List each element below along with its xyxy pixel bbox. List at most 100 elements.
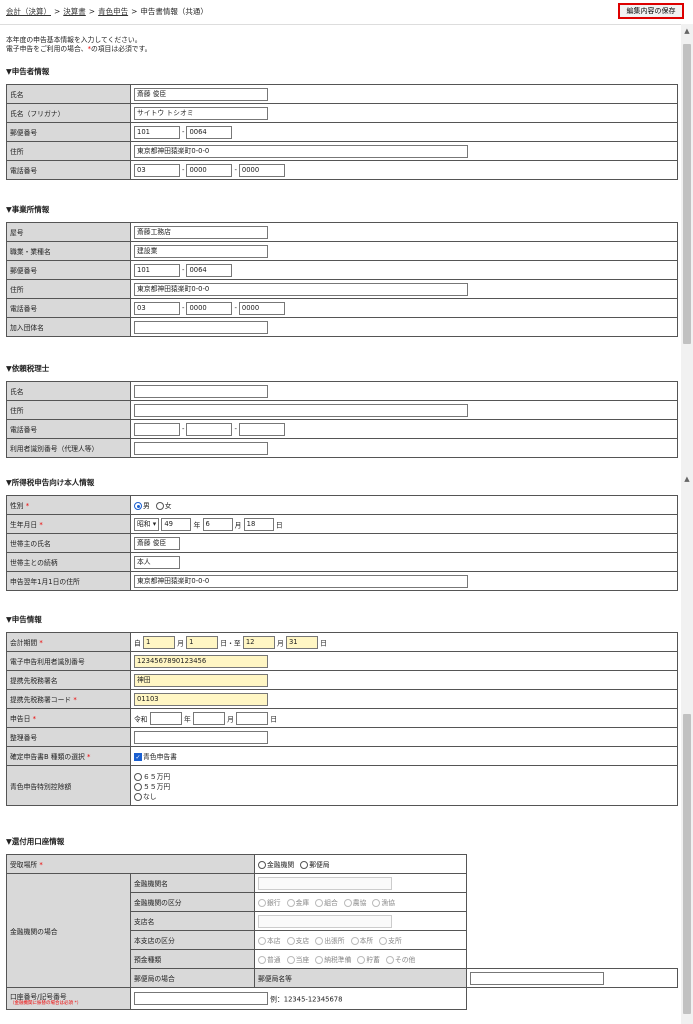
scrollbar[interactable]: ▲ ▲ [681, 24, 693, 1024]
relation-input[interactable]: 本人 [134, 555, 180, 569]
office-job-input[interactable]: 建設業 [134, 244, 268, 258]
bank-name-input[interactable] [258, 876, 392, 890]
radio-icon [258, 861, 266, 869]
era-select[interactable]: 昭和 ▾ [134, 517, 160, 531]
deposit-type-radio[interactable]: 貯蓄 [357, 956, 380, 964]
bank-type-radio[interactable]: 金庫 [286, 899, 309, 907]
option-label: 青色申告書 [143, 753, 177, 761]
accountant-name-input[interactable] [134, 384, 268, 398]
sex-male-radio[interactable]: 男 [134, 502, 150, 510]
post-office-input[interactable] [469, 971, 604, 985]
account-number-input[interactable] [134, 992, 268, 1005]
tax-office-code-input[interactable]: 01103 [134, 692, 268, 706]
option-label: ６５万円 [143, 772, 171, 781]
required-mark: * [25, 502, 30, 510]
accountant-id-input[interactable] [134, 441, 268, 455]
branch-type-radio[interactable]: 支所 [379, 937, 402, 945]
blue-return-checkbox[interactable]: ✓ 青色申告書 [134, 753, 177, 761]
cell: -- [130, 419, 678, 439]
breadcrumb-link-statements[interactable]: 決算書 [63, 7, 86, 16]
filer-zip1-input[interactable]: 101 [134, 125, 180, 139]
option-label: 支所 [388, 937, 402, 945]
e-filing-id-input[interactable]: 1234567890123456 [134, 654, 268, 668]
scroll-up-arrow-icon[interactable]: ▲ [683, 26, 691, 36]
birth-year-input[interactable]: 49 [161, 517, 192, 531]
sex-female-radio[interactable]: 女 [155, 502, 172, 510]
ref-number-input[interactable] [134, 730, 268, 744]
birth-month-input[interactable]: 6 [202, 517, 233, 531]
accountant-tel1-input[interactable] [134, 422, 180, 436]
accountant-tel2-input[interactable] [186, 422, 233, 436]
filer-address-input[interactable]: 東京都神田猿楽町0-0-0 [134, 144, 468, 158]
scrollbar-thumb[interactable] [683, 44, 691, 344]
deposit-type-radio[interactable]: その他 [385, 956, 415, 964]
period-from-day-input[interactable]: 1 [186, 635, 219, 649]
save-edits-button[interactable]: 編集内容の保存 [618, 3, 684, 19]
period-from-month-input[interactable]: 1 [142, 635, 175, 649]
filer-tel3-input[interactable]: 0000 [238, 163, 285, 177]
deduct-55-radio[interactable]: ５５万円 [134, 782, 674, 792]
cell: 自 1 月 1 日・至 12 月 31 日 [130, 632, 678, 652]
deposit-type-radio[interactable]: 普通 [258, 956, 281, 964]
office-tel3-input[interactable]: 0000 [238, 301, 285, 315]
breadcrumb-link-blue-return[interactable]: 青色申告 [98, 7, 128, 16]
birth-day-input[interactable]: 18 [243, 517, 274, 531]
deduct-65-radio[interactable]: ６５万円 [134, 772, 674, 782]
label-tax-office-code: 提携先税務署コード * [6, 689, 131, 709]
breadcrumb-link-accounting[interactable]: 会計（決算） [6, 7, 51, 16]
filer-name-input[interactable]: 斎藤 俊臣 [134, 87, 268, 101]
label-address: 住所 [6, 400, 131, 420]
office-tel1-input[interactable]: 03 [134, 301, 180, 315]
filing-day-input[interactable] [236, 711, 269, 725]
deposit-type-radio[interactable]: 当座 [286, 956, 310, 964]
option-label: 銀行 [267, 899, 281, 907]
accountant-tel3-input[interactable] [238, 422, 285, 436]
place-bank-radio[interactable]: 金融機関 [258, 861, 294, 869]
filing-year-input[interactable] [149, 711, 182, 725]
branch-type-radio[interactable]: 出張所 [315, 937, 345, 945]
office-group-input[interactable] [134, 320, 268, 334]
tax-office-input[interactable]: 神田 [134, 673, 268, 687]
bank-type-radio[interactable]: 組合 [315, 899, 338, 907]
period-to-day-input[interactable]: 31 [285, 635, 318, 649]
breadcrumb: 会計（決算） > 決算書 > 青色申告 > 申告書情報（共通） [6, 6, 208, 17]
place-post-radio[interactable]: 郵便局 [300, 861, 330, 869]
cell: 斎藤 俊臣 [130, 84, 678, 104]
branch-type-radio[interactable]: 本所 [350, 937, 373, 945]
branch-type-radio[interactable]: 本店 [258, 937, 281, 945]
option-label: 男 [143, 502, 150, 510]
deduct-none-radio[interactable]: なし [134, 792, 674, 802]
intro-text-part: 電子申告をご利用の場合、 [6, 45, 88, 53]
bank-type-radio[interactable]: 銀行 [258, 899, 281, 907]
accountant-address-input[interactable] [134, 403, 468, 417]
scroll-up-arrow-icon[interactable]: ▲ [683, 474, 691, 484]
branch-type-radio[interactable]: 支店 [286, 937, 309, 945]
scrollbar-thumb[interactable] [683, 714, 691, 1014]
bank-type-radio[interactable]: 漁協 [372, 899, 395, 907]
office-zip2-input[interactable]: 0064 [186, 263, 233, 277]
office-tel2-input[interactable]: 0000 [186, 301, 233, 315]
filing-month-input[interactable] [192, 711, 225, 725]
unit-label: 日 [275, 521, 283, 529]
filer-tel2-input[interactable]: 0000 [186, 163, 233, 177]
option-label: 当座 [295, 956, 310, 964]
household-head-input[interactable]: 斎藤 俊臣 [134, 536, 180, 550]
period-to-month-input[interactable]: 12 [242, 635, 275, 649]
filer-zip2-input[interactable]: 0064 [186, 125, 233, 139]
office-address-input[interactable]: 東京都神田猿楽町0-0-0 [134, 282, 468, 296]
bank-type-radio[interactable]: 農協 [343, 899, 366, 907]
office-zip1-input[interactable]: 101 [134, 263, 180, 277]
option-label: 郵便局 [309, 861, 330, 869]
cell: 東京都神田猿楽町0-0-0 [130, 571, 678, 591]
required-mark: * [39, 861, 43, 869]
filer-tel1-input[interactable]: 03 [134, 163, 180, 177]
cell [130, 727, 678, 747]
deposit-type-radio[interactable]: 納税準備 [315, 956, 351, 964]
label-birth: 生年月日 * [6, 514, 131, 534]
branch-name-input[interactable] [258, 914, 392, 928]
jan-address-input[interactable]: 東京都神田猿楽町0-0-0 [134, 574, 468, 588]
filer-kana-input[interactable]: サイトウ トシオミ [134, 106, 268, 120]
office-shop-input[interactable]: 斎藤工務店 [134, 225, 268, 239]
unit-label: 月 [227, 715, 234, 723]
unit-label: 令和 [134, 715, 148, 723]
